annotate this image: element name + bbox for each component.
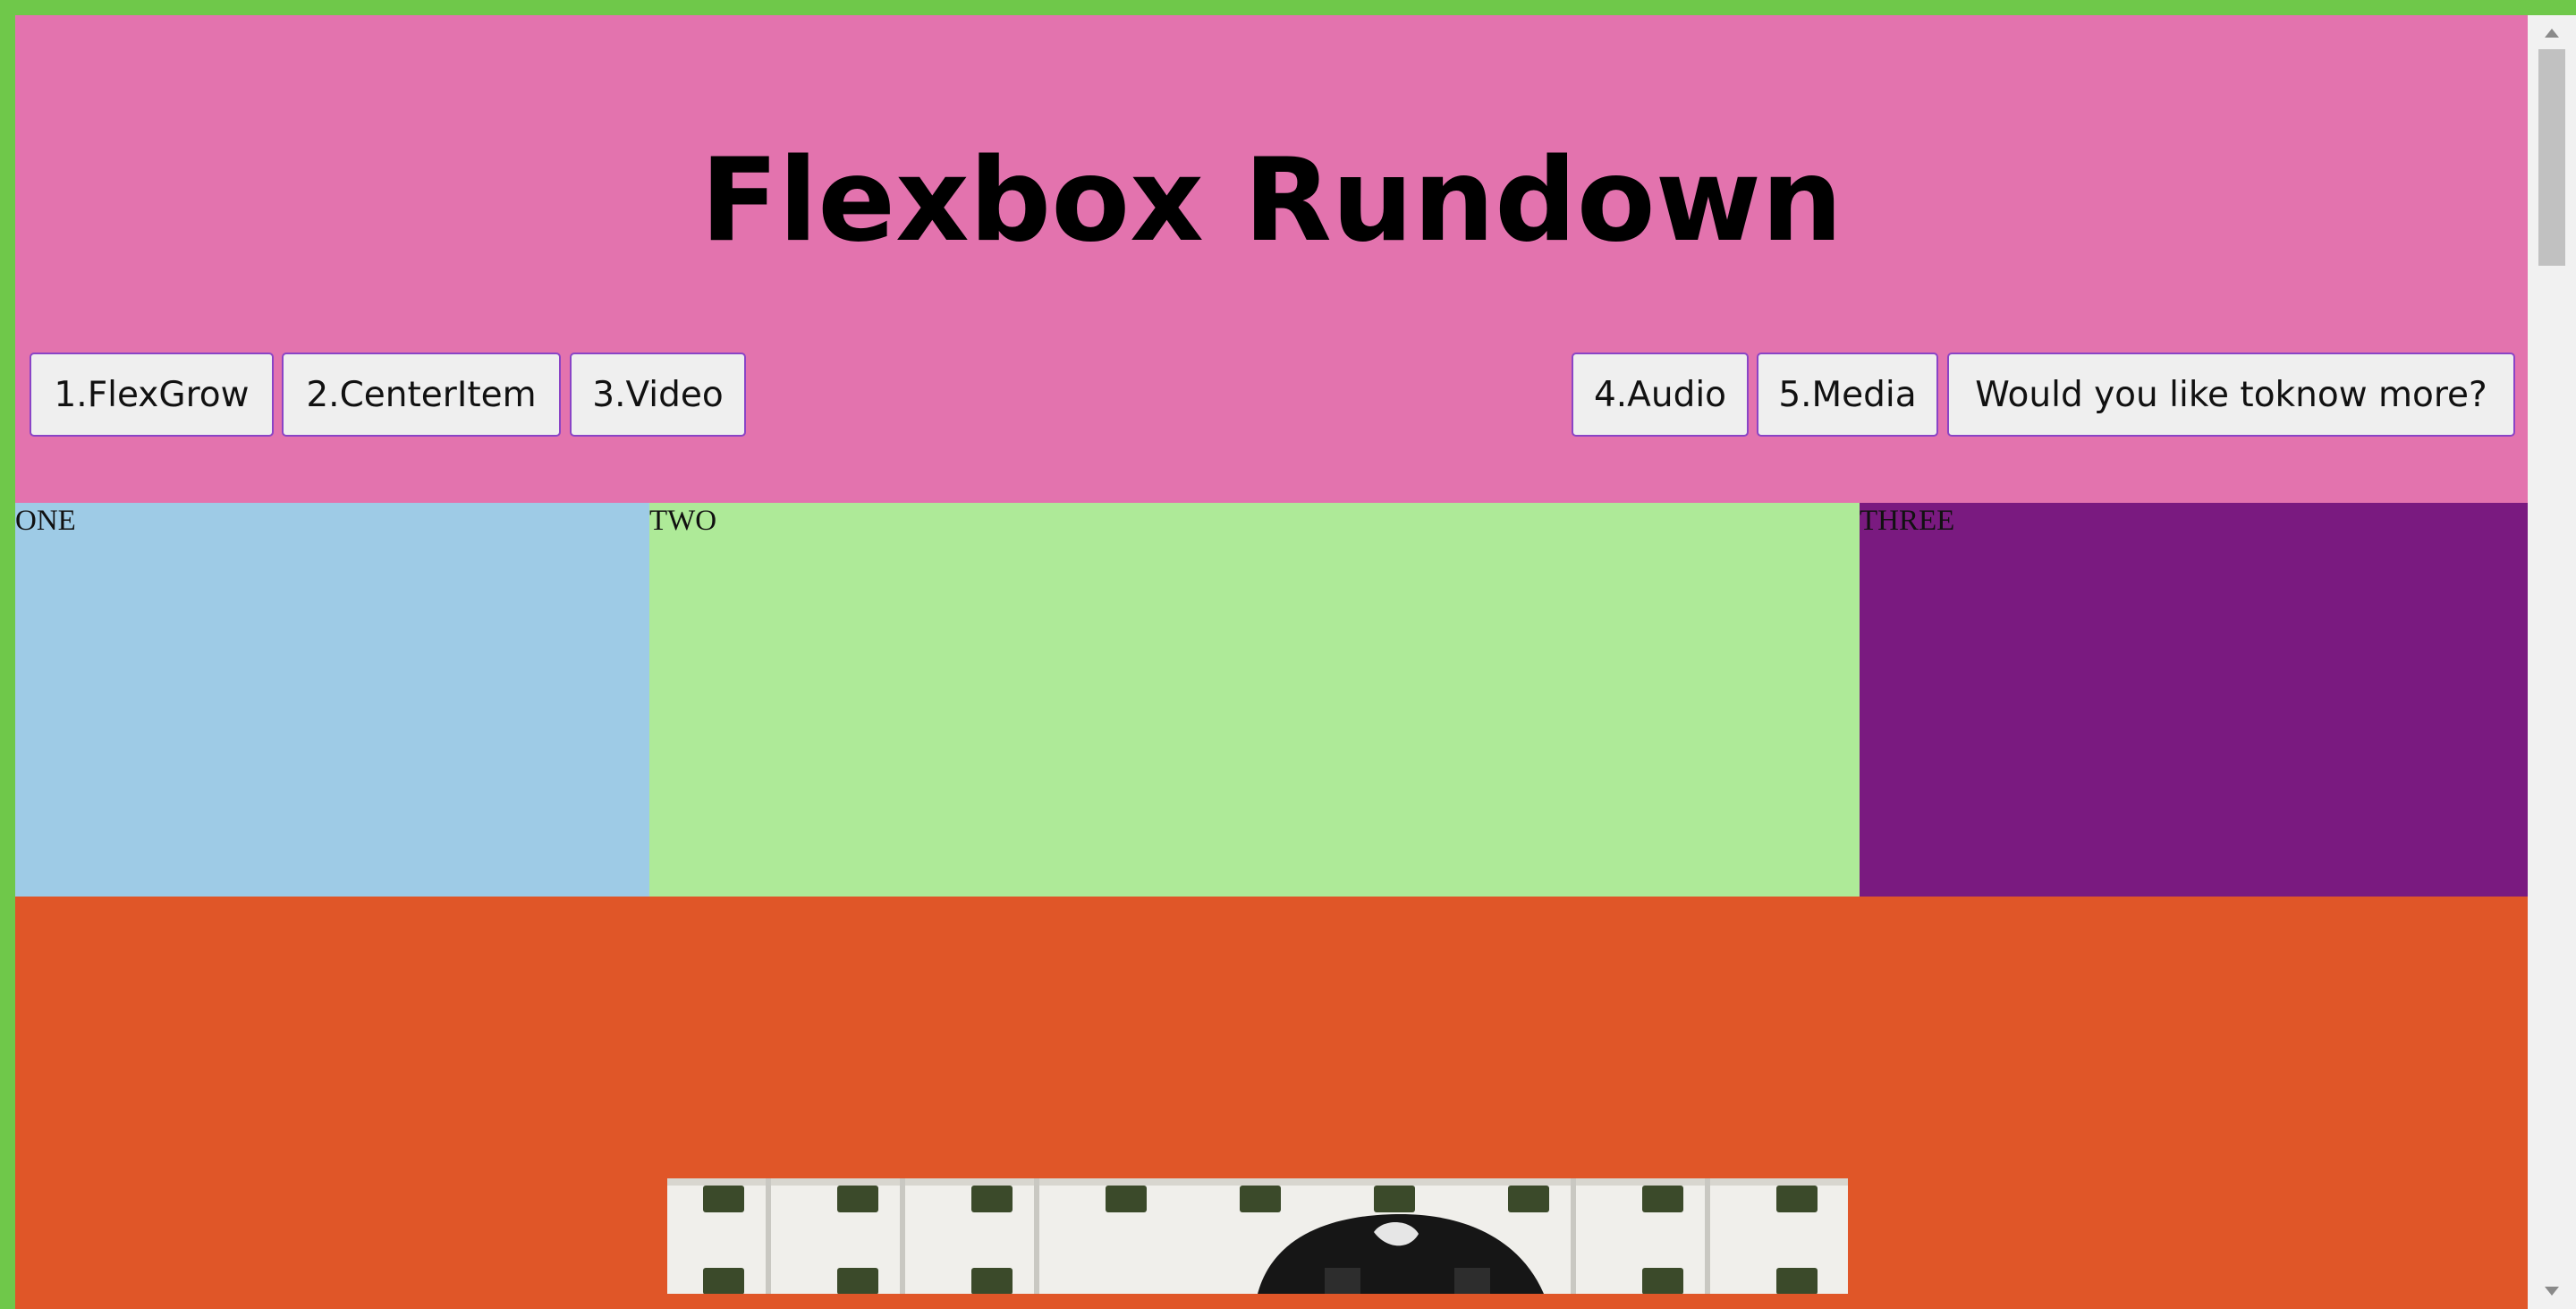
dog-image bbox=[667, 1178, 1848, 1294]
vertical-scrollbar[interactable] bbox=[2528, 15, 2576, 1309]
page-title: Flexbox Rundown bbox=[699, 134, 1843, 268]
nav-button-flexgrow[interactable]: 1.FlexGrow bbox=[30, 353, 274, 437]
nav-button-audio[interactable]: 4.Audio bbox=[1572, 353, 1749, 437]
header: Flexbox Rundown 1.FlexGrow 2.CenterItem … bbox=[15, 15, 2528, 503]
box-one: ONE bbox=[15, 503, 649, 897]
nav-button-media[interactable]: 5.Media bbox=[1757, 353, 1938, 437]
page: Flexbox Rundown 1.FlexGrow 2.CenterItem … bbox=[15, 15, 2528, 1309]
box-two-label: TWO bbox=[649, 505, 717, 537]
scroll-down-arrow-icon[interactable] bbox=[2528, 1273, 2576, 1309]
nav-button-know-more[interactable]: Would you like toknow more? bbox=[1947, 353, 2515, 437]
scrollbar-thumb[interactable] bbox=[2538, 49, 2565, 266]
nav-button-centeritem[interactable]: 2.CenterItem bbox=[282, 353, 561, 437]
scroll-up-arrow-icon[interactable] bbox=[2528, 15, 2576, 51]
nav-button-video[interactable]: 3.Video bbox=[570, 353, 746, 437]
box-two: TWO bbox=[649, 503, 1860, 897]
box-three-label: THREE bbox=[1860, 505, 1955, 537]
box-one-label: ONE bbox=[15, 505, 76, 537]
flex-boxes-row: ONE TWO THREE bbox=[15, 503, 2528, 897]
box-three: THREE bbox=[1860, 503, 2528, 897]
